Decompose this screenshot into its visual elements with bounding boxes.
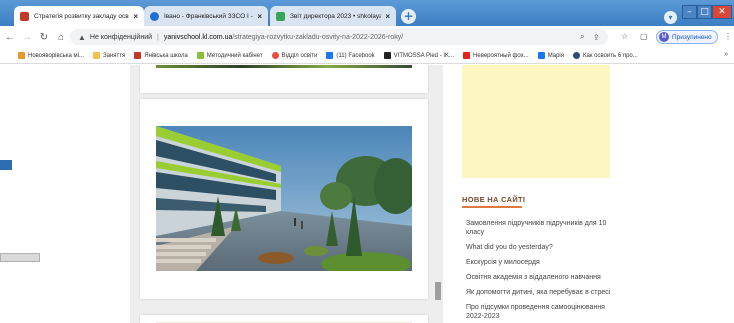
bookmark-item[interactable]: VITMOSSA Pled - IK... [383,52,455,59]
bookmark-label: Невероятный фох... [473,52,529,59]
bookmark-favicon-icon [271,52,279,59]
zoom-icon[interactable]: ⌕ [580,32,584,42]
post-card [140,65,428,93]
reload-icon[interactable]: ↻ [37,32,51,43]
bookmark-favicon-icon [92,52,100,59]
tab-strategy[interactable]: Стратегія розвитку закладу осв × [14,6,144,26]
minimize-button[interactable]: – [682,5,697,19]
bookmark-star-icon[interactable]: ☆ [621,32,628,41]
facebook-icon [326,52,334,59]
bookmark-label: Відділ освіти [281,52,318,59]
recent-post-link[interactable]: Освітня академія з віддаленого навчання [466,273,616,282]
recent-post-link[interactable]: Замовлення підручників підручників для 1… [466,219,616,237]
heading-underline [462,206,522,208]
close-tab-icon[interactable]: × [133,12,138,21]
avatar: M [659,32,669,42]
report-favicon-icon [276,11,285,21]
bookmark-label: VITMOSSA Pled - IK... [393,52,455,59]
bookmark-favicon-icon [134,52,142,59]
background-window-fragment[interactable] [0,160,12,170]
youtube-icon [463,52,471,59]
bookmark-label: (11) Facebook [336,52,375,59]
profile-status: Призупинено [672,33,712,41]
security-label: Не конфіденційний [89,33,153,41]
tab-title: Стратегія розвитку закладу осв [34,12,129,20]
tab-title: Івано - Франківський ЗЗСО І - ІІ [164,12,254,20]
facebook-favicon-icon [150,11,159,21]
bookmark-label: Как освоить 6 про... [583,52,638,59]
bookmark-label: Заняття [102,52,126,59]
side-panel-icon[interactable]: ▢ [640,32,648,41]
bookmark-item[interactable]: Марія [537,52,565,59]
home-icon[interactable]: ⌂ [54,32,68,43]
url-path: /strategiya-rozvytku-zakladu-osvity-na-2… [232,33,404,41]
url-domain: yanivschool.kl.com.ua [163,33,233,41]
browser-toolbar: ← → ↻ ⌂ ▲ Не конфіденційний | yanivschoo… [0,26,734,48]
bookmark-label: Янівська школа [144,52,188,59]
bookmark-favicon-icon [383,52,391,59]
bookmark-item[interactable]: Новояворівська мі... [18,52,84,59]
school-favicon-icon [20,11,29,21]
bookmark-item[interactable]: Відділ освіти [271,52,318,59]
more-bookmarks-icon[interactable]: » [724,51,728,58]
recent-post-link[interactable]: Про підсумки проведення самооцінювання 2… [466,303,616,321]
sidebar-heading: НОВЕ НА САЙТІ [462,195,526,204]
close-tab-icon[interactable]: × [257,12,262,21]
address-bar[interactable]: ▲ Не конфіденційний | yanivschool.kl.com… [70,29,608,45]
tab-strip: Стратегія розвитку закладу осв × Івано -… [0,0,734,26]
tab-title: Звіт директора 2023 • shkolaya [290,12,382,20]
bookmark-item[interactable]: Янівська школа [134,52,188,59]
recent-post-link[interactable]: Екскурсія у милосердя [466,258,616,267]
bookmark-label: Методичний кабінет [206,52,263,59]
scrollbar-thumb[interactable] [435,282,441,300]
bookmark-favicon-icon [573,52,581,59]
bookmark-item[interactable]: Невероятный фох... [463,52,529,59]
bookmark-label: Марія [547,52,565,59]
bookmark-item[interactable]: Заняття [92,52,126,59]
tab-report[interactable]: Звіт директора 2023 • shkolaya × [270,6,396,26]
bookmark-item[interactable]: (11) Facebook [326,52,375,59]
post-card [140,99,428,299]
bookmark-favicon-icon [196,52,204,59]
tab-search-icon[interactable]: ▾ [664,11,677,24]
previous-image-strip [156,65,412,68]
sidebar-widget-box [462,65,610,178]
recent-post-link[interactable]: Як допомогти дитині, яка перебуває в стр… [466,288,616,297]
bookmark-label: Новояворівська мі... [28,52,84,59]
new-tab-button[interactable]: + [401,9,416,24]
forward-icon[interactable]: → [20,32,34,43]
maximize-button[interactable]: □ [697,5,712,19]
recent-posts-list: Замовлення підручників підручників для 1… [466,219,616,323]
facebook-icon [537,52,545,59]
bookmark-item[interactable]: Методичний кабінет [196,52,263,59]
page-content: НОВЕ НА САЙТІ Замовлення підручників під… [0,65,734,323]
profile-button[interactable]: M Призупинено [656,30,718,44]
share-icon[interactable]: ⇪ [593,33,600,42]
back-icon[interactable]: ← [3,32,17,43]
menu-icon[interactable]: ⋮ [724,32,732,41]
address-separator: | [157,33,159,41]
bookmarks-bar: Новояворівська мі... Заняття Янівська шк… [0,48,734,64]
school-building-rendering-image [156,126,412,271]
background-window-fragment[interactable] [0,253,40,262]
close-window-button[interactable]: ✕ [712,5,732,19]
not-secure-icon[interactable]: ▲ [78,33,86,42]
bookmark-item[interactable]: Как освоить 6 про... [573,52,638,59]
post-card [140,315,428,323]
recent-post-link[interactable]: What did you do yesterday? [466,243,616,252]
close-tab-icon[interactable]: × [385,12,390,21]
bookmark-favicon-icon [18,52,25,59]
tab-school[interactable]: Івано - Франківський ЗЗСО І - ІІ × [144,6,268,26]
